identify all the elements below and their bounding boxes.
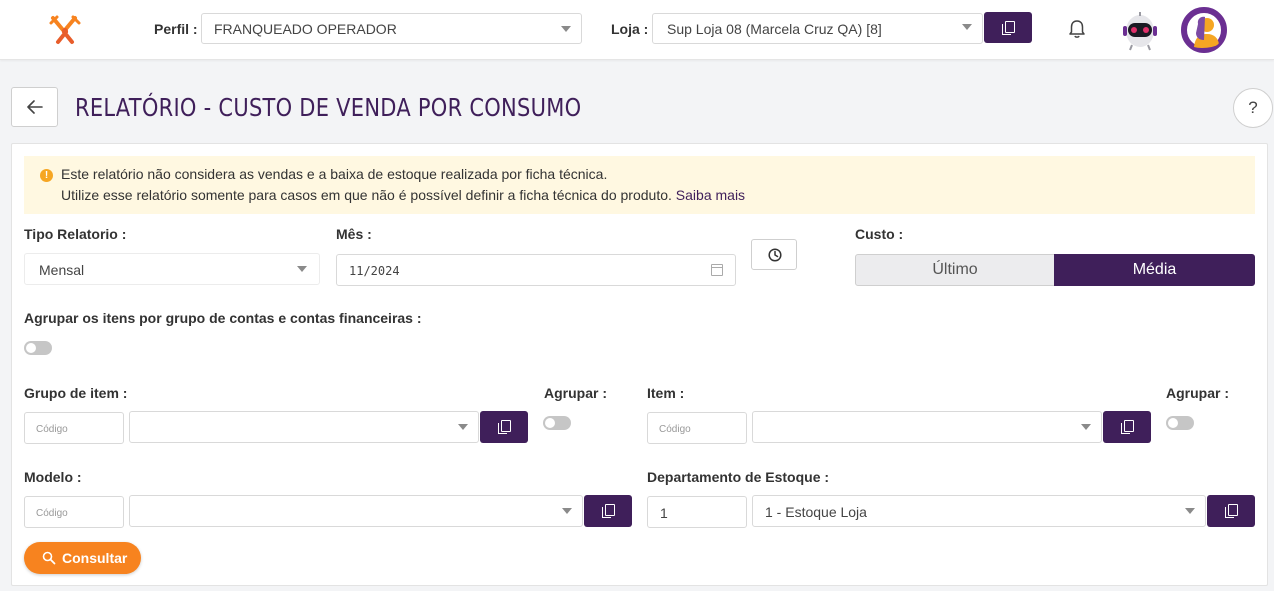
grupo-item-code-input[interactable]: Código (24, 412, 124, 444)
alert-line-2: Utilize esse relatório somente para caso… (61, 187, 745, 203)
agrupar-contas-label: Agrupar os itens por grupo de contas e c… (24, 310, 422, 326)
tipo-relatorio-select[interactable]: Mensal (24, 253, 320, 285)
custo-option-ultimo[interactable]: Último (855, 254, 1055, 286)
user-icon (1185, 11, 1223, 49)
copy-icon (602, 504, 615, 518)
departamento-select[interactable]: 1 - Estoque Loja (752, 495, 1206, 527)
alert-line-1: Este relatório não considera as vendas e… (61, 166, 608, 182)
warning-icon: ! (40, 169, 53, 182)
item-code-input[interactable]: Código (647, 412, 747, 444)
calendar-icon[interactable] (711, 264, 723, 276)
copy-icon (1002, 20, 1015, 35)
loja-select[interactable]: Sup Loja 08 (Marcela Cruz QA) [8] (652, 13, 983, 44)
custo-option-media[interactable]: Média (1054, 254, 1255, 286)
user-avatar[interactable] (1181, 7, 1227, 53)
saiba-mais-link[interactable]: Saiba mais (676, 187, 745, 203)
chevron-down-icon (561, 26, 571, 32)
clock-button[interactable] (751, 239, 797, 270)
agrupar-contas-toggle[interactable] (24, 341, 52, 355)
alert-line-2-text: Utilize esse relatório somente para caso… (61, 187, 672, 203)
grupo-item-copy-button[interactable] (480, 411, 528, 443)
departamento-label: Departamento de Estoque : (647, 469, 830, 485)
modelo-copy-button[interactable] (584, 495, 632, 527)
modelo-select[interactable] (129, 495, 583, 527)
copy-icon (1121, 420, 1134, 434)
bell-icon[interactable] (1066, 18, 1088, 40)
agrupar-item-toggle[interactable] (1166, 416, 1194, 430)
departamento-value: 1 - Estoque Loja (765, 504, 867, 520)
modelo-code-input[interactable]: Código (24, 496, 124, 528)
info-alert: ! Este relatório não considera as vendas… (24, 156, 1255, 214)
item-copy-button[interactable] (1103, 411, 1151, 443)
consultar-label: Consultar (62, 550, 128, 566)
item-label: Item : (647, 385, 685, 401)
mes-label: Mês : (336, 226, 372, 242)
perfil-select-value: FRANQUEADO OPERADOR (214, 21, 397, 37)
search-icon (42, 551, 56, 565)
chevron-down-icon (458, 424, 468, 430)
tipo-relatorio-label: Tipo Relatorio : (24, 226, 127, 242)
chevron-down-icon (1081, 424, 1091, 430)
perfil-select[interactable]: FRANQUEADO OPERADOR (201, 13, 582, 44)
chevron-down-icon (297, 266, 307, 272)
grupo-item-select[interactable] (129, 411, 479, 443)
custo-label: Custo : (855, 226, 904, 242)
help-button[interactable]: ? (1233, 88, 1273, 128)
back-button[interactable] (11, 87, 58, 127)
consultar-button[interactable]: Consultar (24, 542, 141, 574)
modelo-label: Modelo : (24, 469, 82, 485)
item-select[interactable] (752, 411, 1102, 443)
chevron-down-icon (1185, 508, 1195, 514)
perfil-label: Perfil : (154, 21, 198, 37)
mes-date-input[interactable]: 11/2024 (336, 254, 736, 286)
app-logo-icon[interactable] (48, 14, 82, 46)
assistant-robot-icon[interactable] (1120, 9, 1160, 51)
loja-label: Loja : (611, 21, 649, 37)
mes-value: 11/2024 (349, 264, 400, 278)
grupo-item-label: Grupo de item : (24, 385, 128, 401)
copy-icon (498, 420, 511, 434)
agrupar-item-label: Agrupar : (1166, 385, 1229, 401)
agrupar-grupo-label: Agrupar : (544, 385, 607, 401)
chevron-down-icon (562, 508, 572, 514)
departamento-code-input[interactable]: 1 (647, 496, 747, 528)
agrupar-grupo-toggle[interactable] (543, 416, 571, 430)
loja-copy-button[interactable] (984, 12, 1032, 43)
arrow-left-icon (27, 100, 43, 114)
tipo-relatorio-value: Mensal (39, 262, 85, 278)
chevron-down-icon (962, 24, 972, 30)
departamento-copy-button[interactable] (1207, 495, 1255, 527)
top-bar: Perfil : FRANQUEADO OPERADOR Loja : Sup … (0, 0, 1274, 60)
loja-select-value: Sup Loja 08 (Marcela Cruz QA) [8] (667, 21, 882, 37)
copy-icon (1225, 504, 1238, 518)
clock-icon (768, 248, 782, 262)
page-title: RELATÓRIO - CUSTO DE VENDA POR CONSUMO (75, 93, 582, 122)
